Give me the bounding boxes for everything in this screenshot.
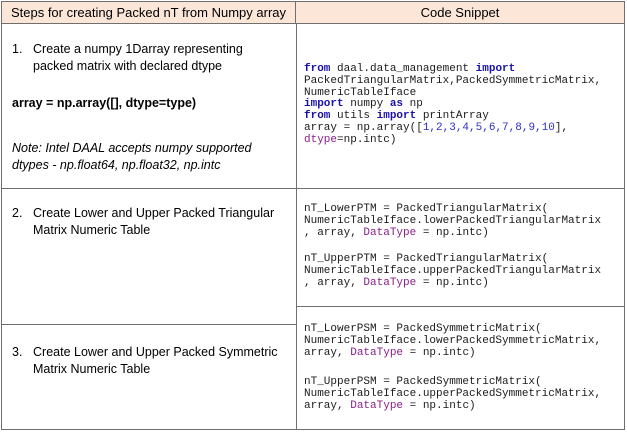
code-text: nT_LowerPSM = PackedSymmetricMatrix( <box>304 323 542 335</box>
code-text: NumericTableIface.upperPackedTriangularM… <box>304 264 602 277</box>
step-1: 1. Create a numpy 1Darray representing p… <box>12 41 292 75</box>
code-text: = np.intc) <box>416 276 489 289</box>
code-text: , array, <box>304 226 364 239</box>
step-text-line: packed matrix with declared dtype <box>33 59 222 73</box>
code-snippet-lower-psm: nT_LowerPSM = PackedSymmetricMatrix( Num… <box>304 323 602 359</box>
row-divider-right-2 <box>296 306 624 307</box>
code-snippet-upper-psm: nT_UpperPSM = PackedSymmetricMatrix( Num… <box>304 376 602 412</box>
row-divider-left-1 <box>2 188 296 189</box>
code-keyword: import <box>376 110 417 123</box>
code-keyword: from <box>304 63 331 75</box>
step-text-line: Matrix Numeric Table <box>33 223 151 237</box>
code-param: dtype <box>304 133 338 146</box>
code-param: DataType <box>350 399 404 412</box>
code-literal: 1,2,3,4,5,6,7,8,9,10 <box>422 121 555 134</box>
note-line: Note: Intel DAAL accepts numpy supported <box>12 141 252 155</box>
header-steps: Steps for creating Packed nT from Numpy … <box>2 2 296 24</box>
code-text: = np.intc) <box>416 226 489 239</box>
code-text: = np.intc) <box>403 346 476 359</box>
code-snippet-import: from daal.data_management import PackedT… <box>304 63 602 147</box>
code-text: array, <box>304 399 351 412</box>
code-text: nT_LowerPTM = PackedTriangularMatrix( <box>304 203 549 215</box>
row-divider-right-1 <box>296 188 624 189</box>
code-text: NumericTableIface.upperPackedSymmetricMa… <box>304 387 602 400</box>
code-text: utils <box>330 110 377 123</box>
code-text: numpy <box>343 98 390 111</box>
step-number: 3. <box>12 345 23 359</box>
code-text: array, <box>304 346 351 359</box>
header-code-snippet: Code Snippet <box>296 2 624 24</box>
note: Note: Intel DAAL accepts numpy supported… <box>12 140 294 174</box>
code-text: np <box>403 98 423 111</box>
step-3: 3. Create Lower and Upper Packed Symmetr… <box>12 344 294 378</box>
code-text: =np.intc) <box>337 133 397 146</box>
code-text: printArray <box>416 110 489 123</box>
code-text: array = np.array([ <box>304 121 423 134</box>
code-text: = np.intc) <box>403 399 476 412</box>
note-line: dtypes - np.float64, np.float32, np.intc <box>12 158 221 172</box>
code-text: , array, <box>304 276 364 289</box>
code-text: PackedTriangularMatrix,PackedSymmetricMa… <box>304 74 602 87</box>
code-param: DataType <box>363 226 417 239</box>
code-keyword: as <box>389 98 404 111</box>
code-param: DataType <box>350 346 404 359</box>
row-divider-left-2 <box>2 324 296 325</box>
step-text-line: Matrix Numeric Table <box>33 362 151 376</box>
code-snippet-lower-ptm: nT_LowerPTM = PackedTriangularMatrix( Nu… <box>304 203 602 239</box>
code-text: nT_UpperPTM = PackedTriangularMatrix( <box>304 253 549 265</box>
column-divider <box>296 24 297 429</box>
step-text-line: Create Lower and Upper Packed Triangular <box>33 206 275 220</box>
code-param: DataType <box>363 276 417 289</box>
step-2: 2. Create Lower and Upper Packed Triangu… <box>12 205 294 239</box>
step-number: 2. <box>12 206 23 220</box>
array-statement: array = np.array([], dtype=type) <box>12 96 197 110</box>
code-text: NumericTableIface.lowerPackedSymmetricMa… <box>304 334 602 347</box>
steps-table: Steps for creating Packed nT from Numpy … <box>1 1 625 430</box>
code-text: NumericTableIface <box>304 86 417 99</box>
code-keyword: import <box>304 98 344 111</box>
code-keyword: from <box>304 110 331 123</box>
code-snippet-upper-ptm: nT_UpperPTM = PackedTriangularMatrix( Nu… <box>304 253 602 289</box>
step-text-line: Create Lower and Upper Packed Symmetric <box>33 345 278 359</box>
code-text: daal.data_management <box>330 63 476 75</box>
code-text: NumericTableIface.lowerPackedTriangularM… <box>304 214 602 227</box>
step-number: 1. <box>12 42 23 56</box>
code-keyword: import <box>475 63 516 75</box>
code-text: nT_UpperPSM = PackedSymmetricMatrix( <box>304 376 542 388</box>
step-text-line: Create a numpy 1Darray representing <box>33 42 243 56</box>
code-text: ], <box>554 121 569 134</box>
